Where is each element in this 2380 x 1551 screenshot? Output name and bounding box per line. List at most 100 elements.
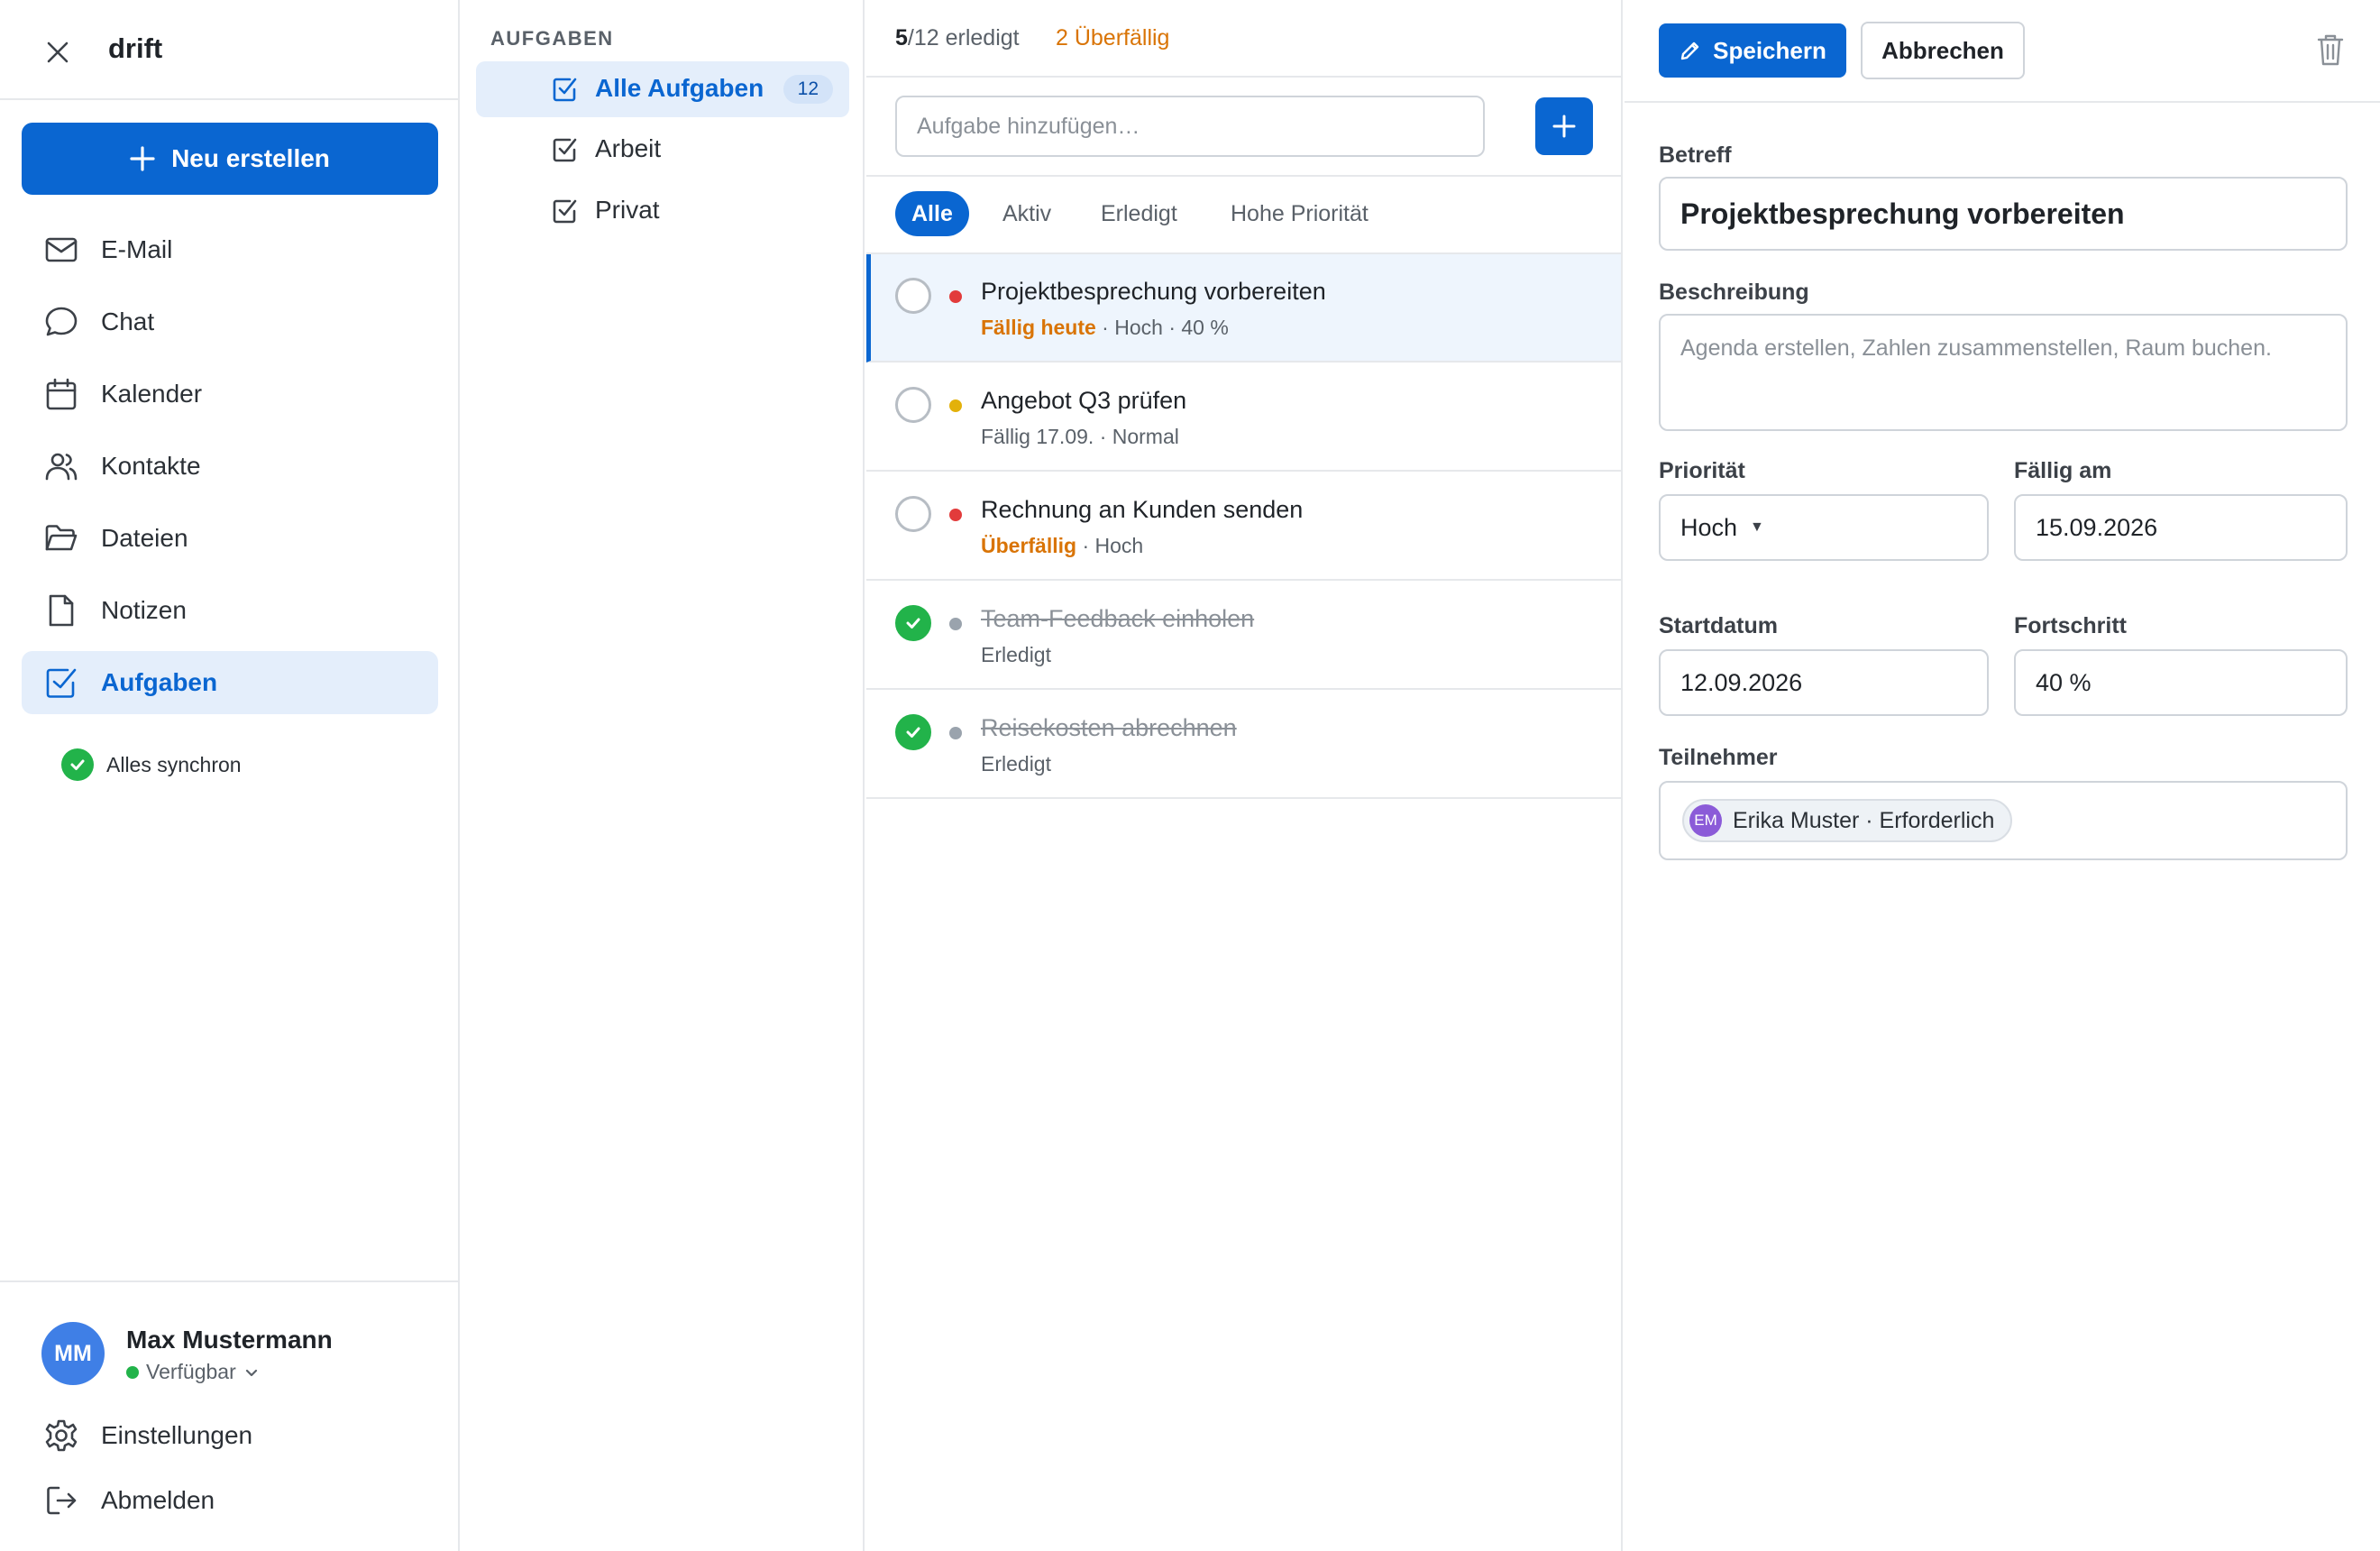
task-checkbox[interactable] [895,387,931,423]
contacts-icon [45,453,78,481]
attendees-field[interactable]: EM Erika Muster · Erforderlich [1659,781,2348,860]
nav-item-label: E-Mail [101,235,173,263]
plus-icon [130,146,155,171]
task-icon [553,138,577,162]
task-checkbox[interactable] [895,496,931,532]
task-icon [46,668,77,698]
due-date-label: Fällig am [2014,458,2112,483]
task-checkbox[interactable] [895,278,931,314]
presence-status-dropdown[interactable]: Verfügbar [126,1360,260,1384]
folder-private[interactable]: Privat [476,183,849,239]
filter-active[interactable]: Aktiv [986,191,1067,236]
folder-icon [45,525,78,551]
presence-dot-icon [126,1365,139,1379]
task-row[interactable]: Angebot Q3 prüfen Fällig 17.09. · Normal [866,363,1621,472]
chat-icon [45,307,78,336]
add-task-button[interactable] [1535,97,1593,155]
close-icon [47,41,69,63]
task-title: Reisekosten abrechnen [981,714,1237,741]
start-date-field[interactable]: 12.09.2026 [1659,649,1989,716]
nav-item-label: Dateien [101,524,188,552]
task-checkbox-checked[interactable] [895,605,931,641]
attendee-avatar: EM [1689,804,1722,837]
add-task-row [866,79,1621,177]
cancel-button[interactable]: Abbrechen [1861,22,2025,79]
folder-count-badge: 12 [783,75,833,104]
task-meta-text: Erledigt [981,752,1051,776]
task-meta: Erledigt [981,752,1051,776]
priority-dot-icon [949,290,962,303]
detail-toolbar: Speichern Abbrechen [1625,0,2380,103]
overdue-count[interactable]: 2 Überfällig [1056,25,1169,51]
subject-field[interactable]: Projektbesprechung vorbereiten [1659,177,2348,251]
user-name: Max Mustermann [126,1326,333,1354]
task-icon [553,78,577,102]
priority-value: Hoch [1680,513,1738,541]
task-list-panel: 5/12 erledigt 2 Überfällig Alle Aktiv Er… [866,0,1623,1551]
start-date-label: Startdatum [1659,613,1778,638]
progress-label: Fortschritt [2014,613,2127,638]
task-title: Angebot Q3 prüfen [981,387,1187,414]
task-checkbox-checked[interactable] [895,714,931,750]
attendee-chip[interactable]: EM Erika Muster · Erforderlich [1682,799,2013,842]
task-meta-text: · Hoch · 40 % [1095,316,1229,339]
app-title: drift [108,32,163,64]
task-row[interactable]: Reisekosten abrechnen Erledigt [866,691,1621,799]
filter-done[interactable]: Erledigt [1085,191,1194,236]
nav-header: drift [0,0,458,100]
nav-item-calendar[interactable]: Kalender [22,363,438,426]
gear-icon [45,1419,78,1452]
close-button[interactable] [40,34,76,70]
priority-select[interactable]: Hoch ▼ [1659,494,1989,561]
task-title: Rechnung an Kunden senden [981,496,1304,523]
task-due-warning: Fällig heute [981,316,1096,339]
priority-label: Priorität [1659,458,1745,483]
task-meta-text: Fällig 17.09. · Normal [981,425,1179,448]
task-title: Projektbesprechung vorbereiten [981,278,1326,305]
mail-icon [45,237,78,262]
task-meta: Überfällig · Hoch [981,534,1143,558]
presence-status-label: Verfügbar [146,1360,236,1383]
subject-label: Betreff [1659,142,1732,168]
plus-icon [1552,115,1576,138]
folder-label: Privat [595,196,660,224]
description-label: Beschreibung [1659,280,1809,305]
task-icon [553,199,577,224]
nav-item-contacts[interactable]: Kontakte [22,435,438,498]
description-field[interactable]: Agenda erstellen, Zahlen zusammenstellen… [1659,314,2348,431]
save-button[interactable]: Speichern [1659,23,1846,78]
task-detail-panel: Speichern Abbrechen Betreff Projektbespr… [1625,0,2380,1551]
filter-all[interactable]: Alle [895,191,969,236]
nav-item-tasks[interactable]: Aufgaben [22,651,438,714]
task-row[interactable]: Projektbesprechung vorbereiten Fällig heu… [866,254,1621,363]
logout-label: Abmelden [101,1486,215,1514]
folders-heading: AUFGABEN [490,27,614,50]
task-meta: Erledigt [981,643,1051,667]
due-date-field[interactable]: 15.09.2026 [2014,494,2348,561]
sync-status-label: Alles synchron [106,752,242,776]
avatar[interactable]: MM [41,1322,105,1385]
settings-link[interactable]: Einstellungen [43,1418,252,1454]
trash-icon[interactable] [2315,32,2346,67]
nav-item-label: Notizen [101,596,187,624]
folder-work[interactable]: Arbeit [476,122,849,178]
task-row[interactable]: Rechnung an Kunden senden Überfällig · Ho… [866,473,1621,581]
nav-item-chat[interactable]: Chat [22,290,438,353]
main-navigation: drift Neu erstellen E-Mail Chat Kalender… [0,0,460,1551]
attendees-label: Teilnehmer [1659,745,1778,770]
nav-item-notes[interactable]: Notizen [22,579,438,642]
add-task-input[interactable] [895,96,1485,157]
nav-item-email[interactable]: E-Mail [22,218,438,281]
progress-field[interactable]: 40 % [2014,649,2348,716]
nav-item-files[interactable]: Dateien [22,507,438,570]
nav-item-label: Aufgaben [101,668,218,696]
caret-down-icon: ▼ [1750,519,1764,535]
new-create-label: Neu erstellen [171,144,330,172]
priority-dot-icon [949,727,962,739]
folder-all-tasks[interactable]: Alle Aufgaben 12 [476,61,849,117]
logout-link[interactable]: Abmelden [43,1482,215,1519]
filter-high-priority[interactable]: Hohe Priorität [1214,191,1385,236]
check-icon [906,727,920,738]
new-create-button[interactable]: Neu erstellen [22,123,438,195]
task-row[interactable]: Team-Feedback einholen Erledigt [866,582,1621,690]
